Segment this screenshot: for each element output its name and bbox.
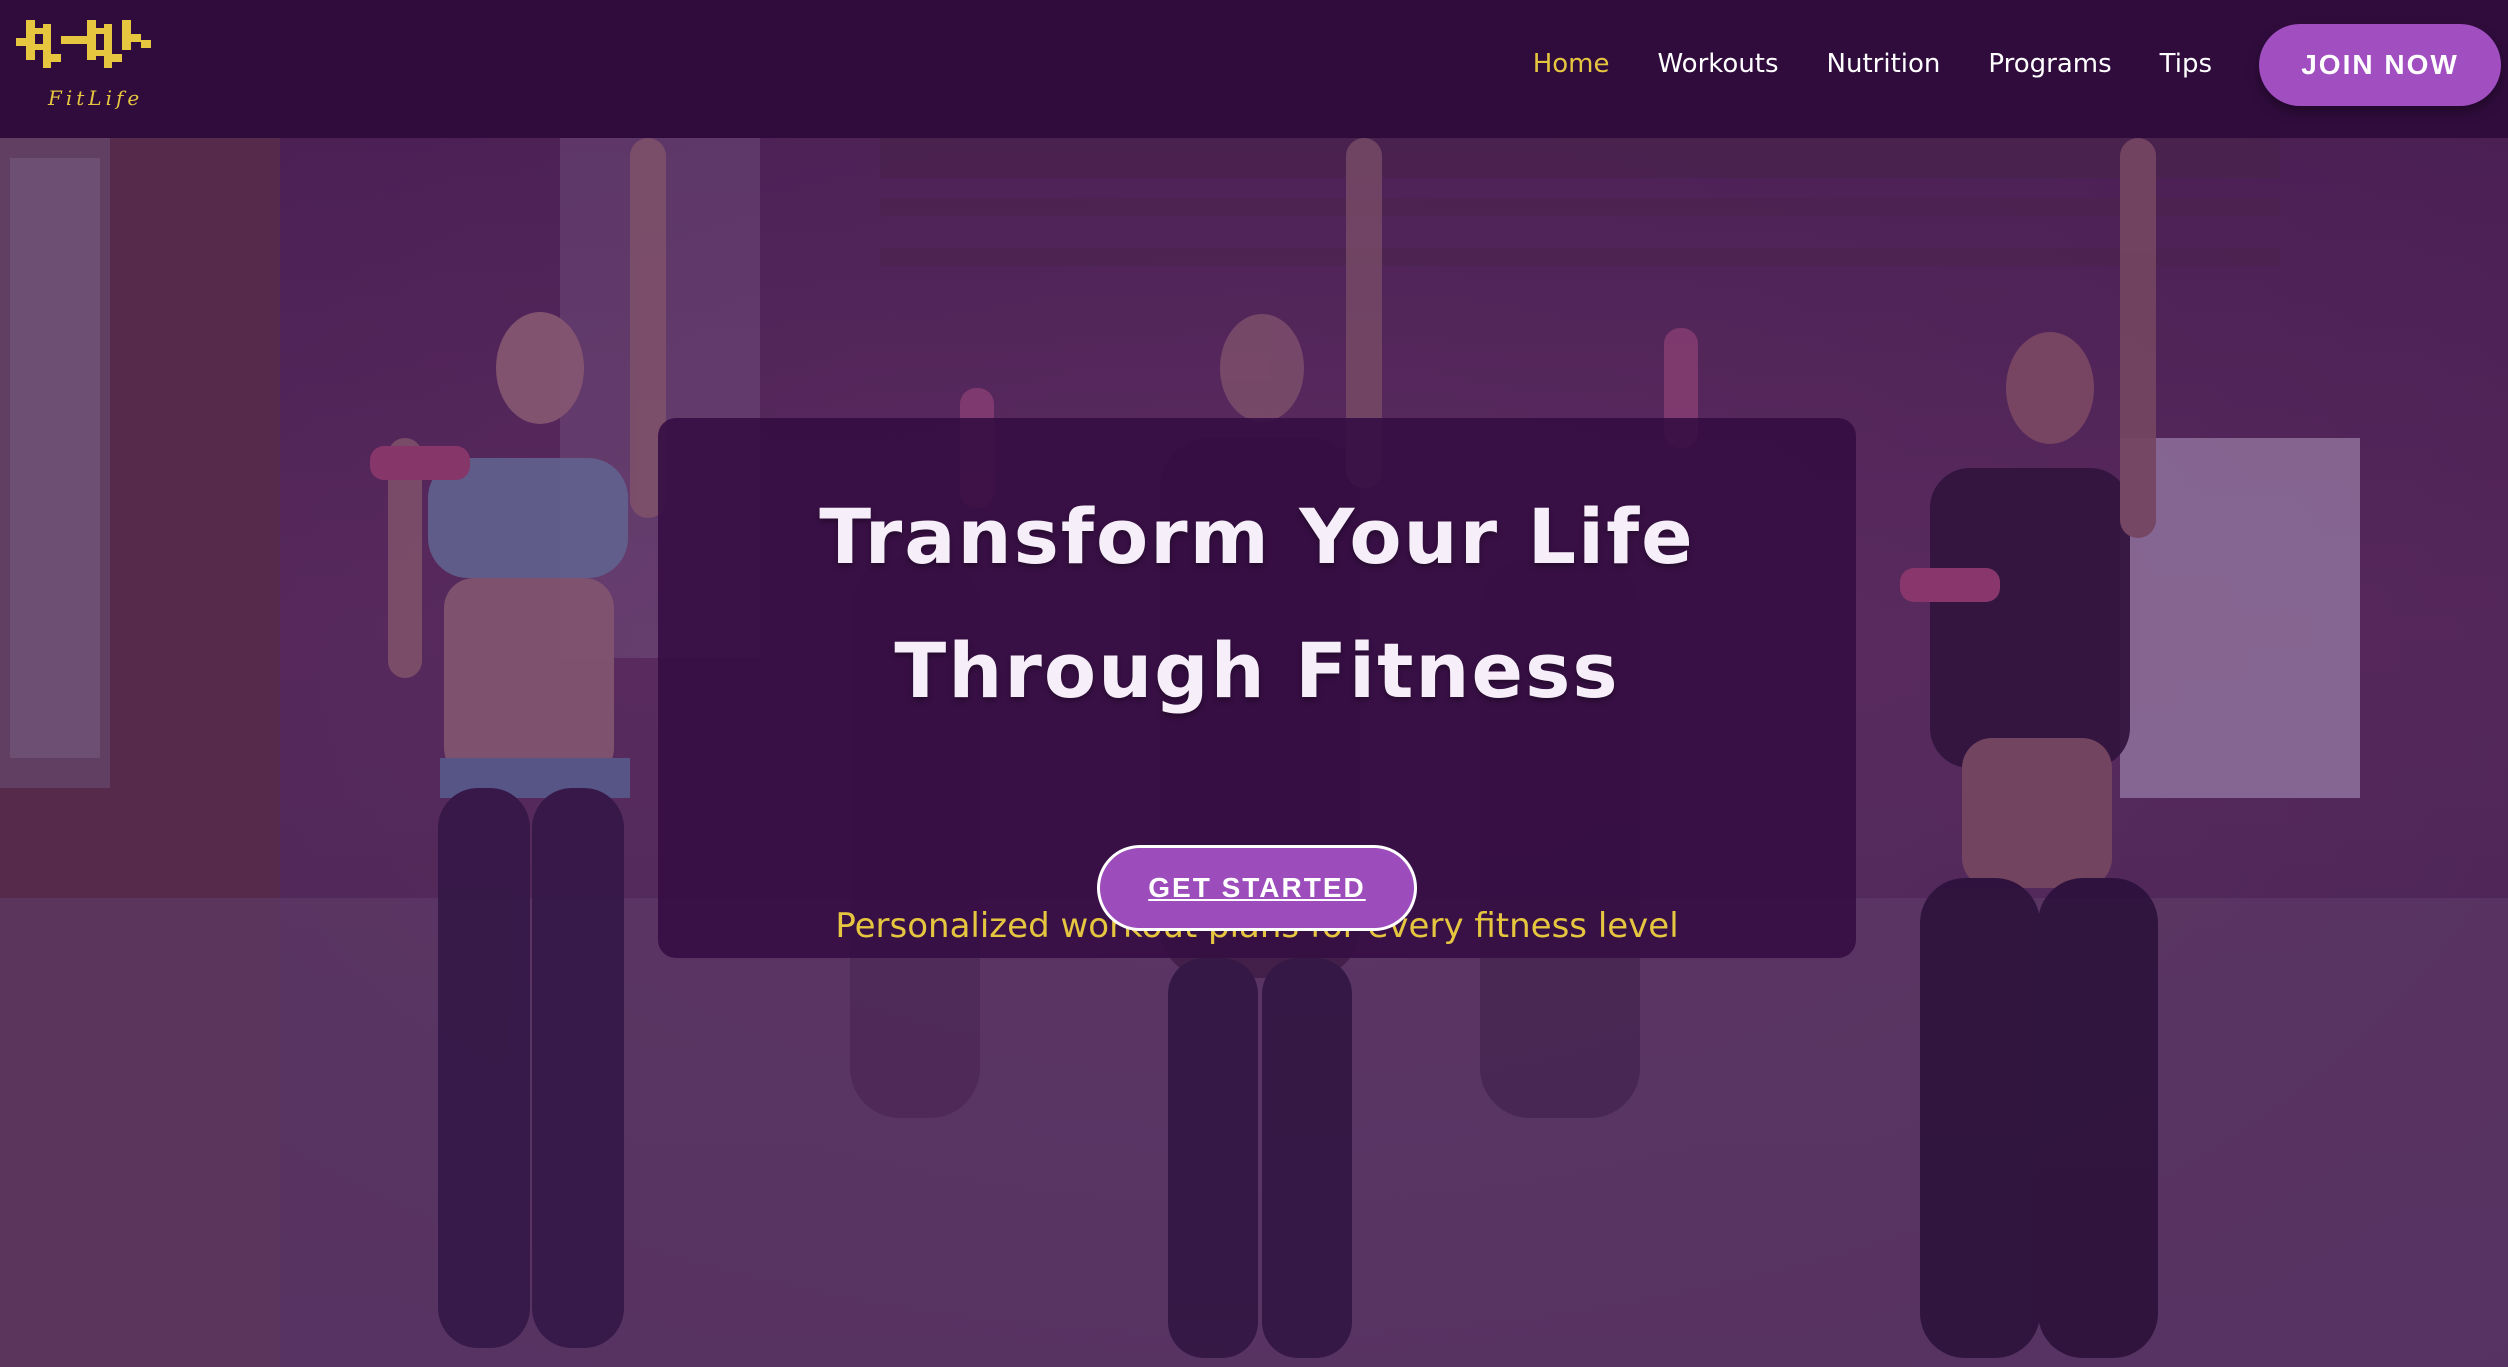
top-navbar: FitLife Home Workouts Nutrition Programs…: [0, 0, 2508, 138]
hero-title: Transform Your Life Through Fitness: [658, 470, 1856, 738]
hero-title-line-2: Through Fitness: [894, 626, 1620, 715]
join-now-button[interactable]: JOIN NOW: [2259, 24, 2501, 106]
brand-logo-link[interactable]: FitLife: [12, 10, 157, 110]
nav-item-tips[interactable]: Tips: [2160, 44, 2212, 84]
fitlife-logo-icon: [16, 20, 151, 68]
main-nav: Home Workouts Nutrition Programs Tips: [1533, 44, 2212, 84]
nav-item-workouts[interactable]: Workouts: [1658, 44, 1779, 84]
nav-item-programs[interactable]: Programs: [1988, 44, 2111, 84]
get-started-button[interactable]: GET STARTED: [1097, 845, 1417, 931]
nav-item-home[interactable]: Home: [1533, 44, 1610, 84]
brand-name: FitLife: [48, 86, 144, 110]
nav-item-nutrition[interactable]: Nutrition: [1827, 44, 1941, 84]
hero-section: Transform Your Life Through Fitness Pers…: [0, 138, 2508, 1367]
hero-title-line-1: Transform Your Life: [819, 492, 1695, 581]
